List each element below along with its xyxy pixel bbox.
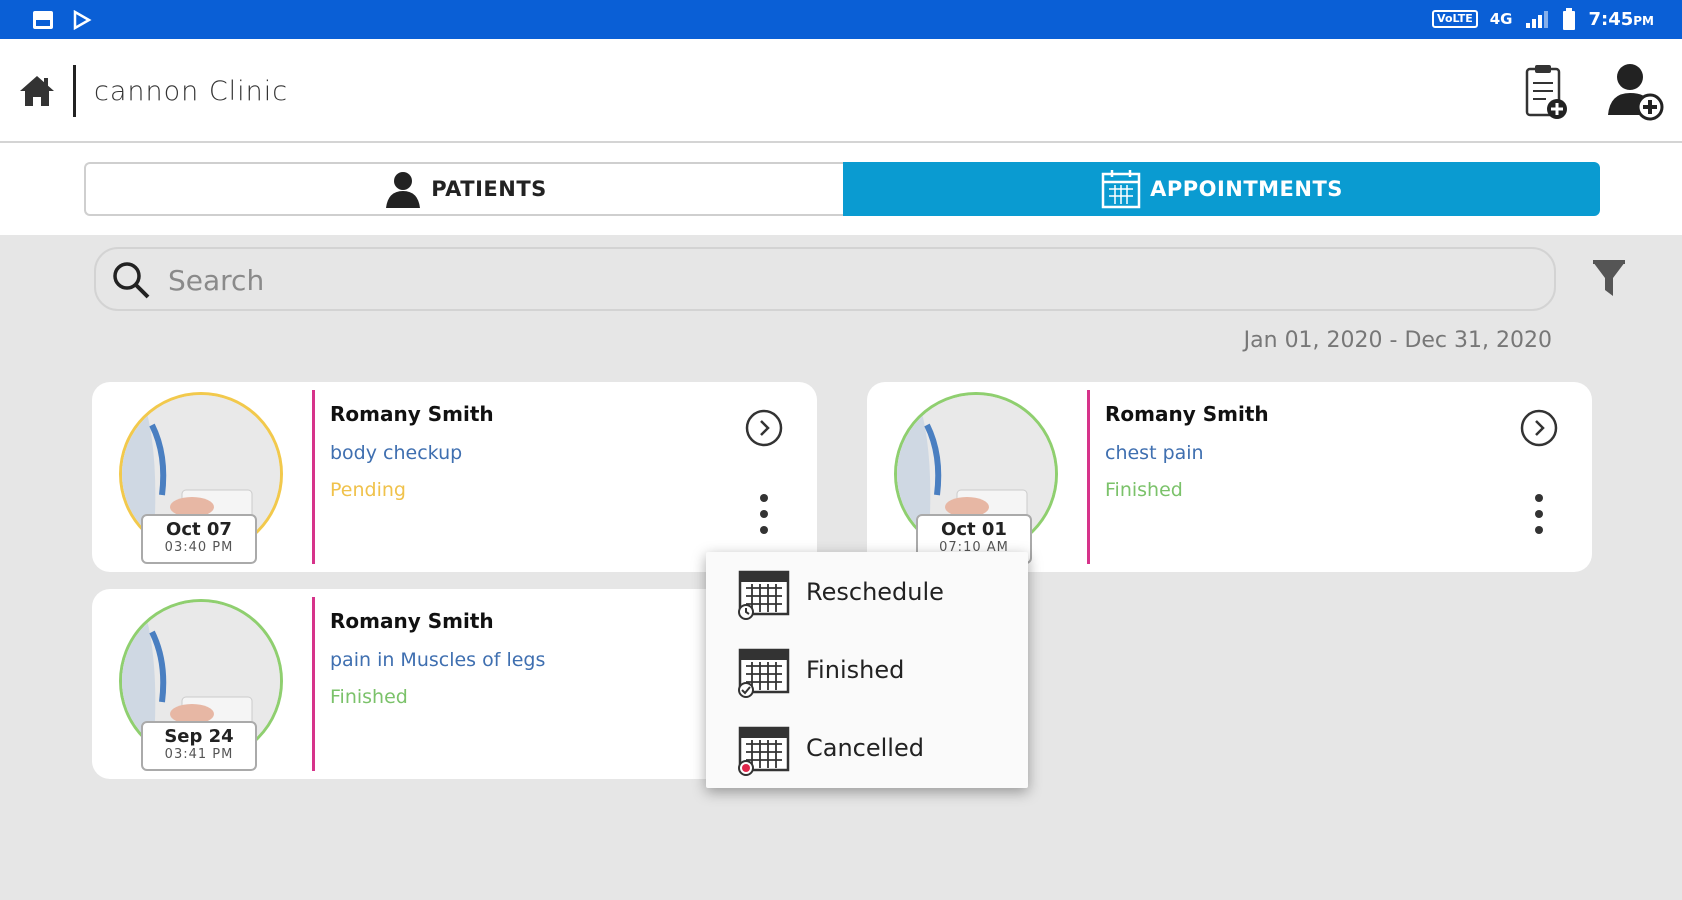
card-divider: [312, 597, 315, 771]
appointment-status: Finished: [1105, 479, 1183, 501]
menu-item-cancelled[interactable]: Cancelled: [736, 718, 1026, 778]
menu-item-label: Cancelled: [806, 734, 924, 762]
appointment-reason: chest pain: [1105, 442, 1204, 464]
status-bar-notifications: [32, 10, 92, 30]
app-bar-divider: [73, 65, 76, 117]
network-type: 4G: [1489, 10, 1513, 28]
tab-appointments-label: APPOINTMENTS: [1150, 177, 1343, 201]
appointment-status: Finished: [330, 686, 408, 708]
search-bar: [94, 247, 1556, 311]
appointment-reason: body checkup: [330, 442, 463, 464]
calendar-check-icon: [738, 648, 790, 698]
menu-item-label: Reschedule: [806, 578, 944, 606]
calendar-cancel-icon: [738, 726, 790, 776]
calendar-reschedule-icon: [738, 570, 790, 620]
appointment-reason: pain in Muscles of legs: [330, 649, 546, 671]
status-bar-system: VoLTE 4G 7:45PM: [1432, 8, 1654, 30]
appointment-time: 03:40 PM: [164, 540, 234, 555]
patient-avatar: Sep 24 03:41 PM: [119, 599, 283, 771]
play-store-notification-icon: [73, 10, 92, 30]
person-icon: [386, 172, 421, 208]
patient-avatar: Oct 01 07:10 AM: [894, 392, 1058, 564]
appointment-date-chip: Oct 07 03:40 PM: [141, 514, 257, 564]
tab-patients-label: PATIENTS: [431, 177, 547, 201]
patient-avatar: Oct 07 03:40 PM: [119, 392, 283, 564]
search-icon: [113, 262, 150, 299]
gallery-notification-icon: [33, 11, 53, 29]
appointment-time: 03:41 PM: [164, 747, 234, 762]
clock: 7:45PM: [1588, 8, 1654, 30]
add-patient-icon[interactable]: [1606, 61, 1664, 121]
filter-icon[interactable]: [1591, 258, 1627, 300]
volte-badge: VoLTE: [1432, 10, 1478, 28]
tab-strip: PATIENTS APPOINTMENTS: [0, 143, 1682, 235]
tab-appointments[interactable]: APPOINTMENTS: [843, 162, 1600, 216]
signal-icon: [1526, 11, 1549, 28]
appointment-date: Oct 07: [166, 519, 232, 540]
open-appointment-icon[interactable]: [744, 408, 784, 448]
patient-name: Romany Smith: [1105, 402, 1269, 426]
card-divider: [1087, 390, 1090, 564]
menu-item-label: Finished: [806, 656, 905, 684]
menu-item-finished[interactable]: Finished: [736, 640, 1026, 700]
appointment-date: Oct 01: [941, 519, 1007, 540]
appointment-card[interactable]: Oct 01 07:10 AM Romany Smith chest pain …: [867, 382, 1592, 572]
battery-icon: [1563, 8, 1576, 30]
home-icon[interactable]: [18, 73, 56, 109]
appointment-date: Sep 24: [164, 726, 234, 747]
more-options-icon[interactable]: [1529, 492, 1549, 536]
tab-patients[interactable]: PATIENTS: [84, 162, 844, 216]
date-range[interactable]: Jan 01, 2020 - Dec 31, 2020: [1200, 328, 1552, 353]
appointment-date-chip: Sep 24 03:41 PM: [141, 721, 257, 771]
add-appointment-clipboard-icon[interactable]: [1524, 63, 1568, 121]
clinic-title: cannon Clinic: [94, 76, 289, 107]
patient-name: Romany Smith: [330, 402, 494, 426]
open-appointment-icon[interactable]: [1519, 408, 1559, 448]
calendar-icon: [1101, 170, 1141, 209]
app-bar: cannon Clinic: [0, 39, 1682, 143]
appointment-card[interactable]: Oct 07 03:40 PM Romany Smith body checku…: [92, 382, 817, 572]
status-bar: VoLTE 4G 7:45PM: [0, 0, 1682, 39]
patient-name: Romany Smith: [330, 609, 494, 633]
search-input[interactable]: [166, 257, 1530, 303]
appointment-status: Pending: [330, 479, 406, 501]
menu-item-reschedule[interactable]: Reschedule: [736, 562, 1026, 622]
more-options-icon[interactable]: [754, 492, 774, 536]
card-divider: [312, 390, 315, 564]
appointment-context-menu: Reschedule Finished Cancelled: [706, 552, 1028, 788]
